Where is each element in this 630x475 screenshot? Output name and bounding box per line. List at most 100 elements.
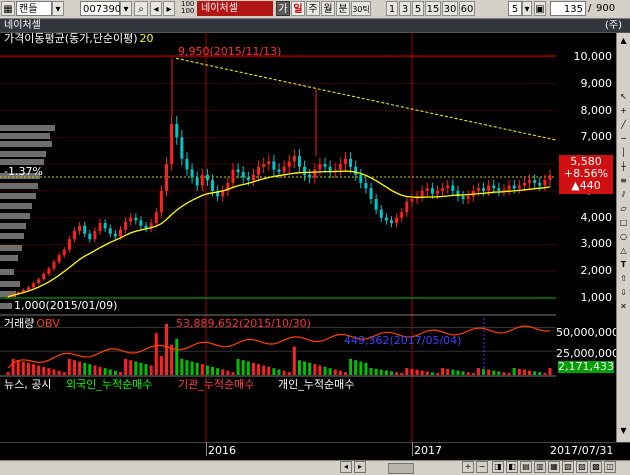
candle-body [538,182,542,186]
tool-up-arrow-icon[interactable]: ⇧ [618,273,629,284]
tool-down-arrow-icon[interactable]: ⇩ [618,287,629,298]
tool-hline-icon[interactable]: ─ [618,133,629,144]
candle-body [165,164,169,191]
prev-stock-icon[interactable]: ◂ [150,1,162,16]
period-button-0[interactable]: 가 [276,1,290,16]
n-value-input[interactable]: 5 [508,1,522,16]
n-dropdown-icon[interactable]: ▾ [522,1,532,16]
interval-button-60[interactable]: 60 [459,1,475,16]
search-icon[interactable]: ⌕ [134,1,148,16]
volume-bar [47,368,51,375]
chart-type-dropdown-icon[interactable]: ▾ [52,1,64,16]
tool-cursor-icon[interactable]: ↖ [618,91,629,102]
code-dropdown-icon[interactable]: ▾ [120,1,132,16]
volume-bar [11,358,15,375]
tool-a-icon[interactable]: ◨ [492,461,504,473]
tool-fib-icon[interactable]: ≡ [618,175,629,186]
tool-e-icon[interactable]: ▦ [548,461,560,473]
tool-h-icon[interactable]: ▩ [590,461,602,473]
stock-name-field[interactable]: 네이처셀 [197,1,273,16]
tool-c-icon[interactable]: ▤ [520,461,532,473]
volume-bar [471,373,475,375]
volume-bar [522,369,526,375]
chart-type-select[interactable]: 캔들 [16,1,52,16]
candle-body [108,228,112,234]
interval-button-1[interactable]: 1 [386,1,398,16]
chart-plot-area[interactable]: 가격이동평균(동가,단순이평) 20 9,950(2015/11/13) 1,00… [0,33,556,442]
period-button-5[interactable]: 30틱 [351,1,371,16]
chart-title-bar: 네이처셀 (주) [0,19,630,33]
candle-body [487,185,491,191]
volume-bar [72,360,76,375]
tool-rect-icon[interactable]: □ [618,217,629,228]
price-tick: 7,000 [580,130,613,144]
volume-bar [533,371,537,375]
interval-label: 15 [426,4,440,15]
tool-parallel-icon[interactable]: ⫽ [618,189,629,200]
slash-separator: / [588,3,592,14]
interval-button-5[interactable]: 5 [412,1,424,16]
volume-bar [425,371,429,375]
tool-cross-line-icon[interactable]: ┼ [618,161,629,172]
period-button-1[interactable]: 일 [291,1,305,16]
candle-body [277,169,281,173]
tool-b-icon[interactable]: ◧ [506,461,518,473]
scroll-right-icon[interactable]: ▸ [354,461,366,473]
volume-bar [205,365,209,375]
volume-bar [476,367,480,375]
tool-g-icon[interactable]: ▨ [576,461,588,473]
interval-button-30[interactable]: 30 [442,1,458,16]
interval-button-3[interactable]: 3 [399,1,411,16]
count-input[interactable]: 135 [550,1,586,16]
volume-bar [67,358,71,375]
unit-bottom: 100 [181,7,195,15]
tool-vline-icon[interactable]: │ [618,147,629,158]
total-count: 900 [596,3,616,14]
tool-f-icon[interactable]: ▧ [562,461,574,473]
candle-body [175,123,179,138]
scroll-down-icon[interactable]: ▼ [618,425,629,436]
interval-label: 3 [401,4,409,15]
interval-button-15[interactable]: 15 [425,1,441,16]
tool-triangle-icon[interactable]: △ [618,245,629,256]
volume-bar [154,333,158,375]
tool-crosshair-icon[interactable]: + [618,105,629,116]
candle-body [528,180,532,183]
chart-grid-icon[interactable]: ▦ [1,1,15,16]
candle-body [134,217,138,221]
volume-bar [436,373,440,375]
zoom-out-icon[interactable]: − [476,461,488,473]
period-button-4[interactable]: 분 [336,1,350,16]
tool-circle-icon[interactable]: ○ [618,231,629,242]
volume-profile-bar [0,245,22,251]
period-button-2[interactable]: 주 [306,1,320,16]
scroll-up-icon[interactable]: ▲ [618,35,629,46]
volume-bar [52,369,56,375]
tool-channel-icon[interactable]: ▱ [618,203,629,214]
volume-bar [195,362,199,375]
volume-bar [400,373,404,375]
volume-bar [543,373,547,375]
settings-icon[interactable]: ▣ [534,1,546,16]
company-badge: (주) [604,20,622,31]
tool-line-icon[interactable]: ╱ [618,119,629,130]
candle-body [425,188,429,191]
period-button-3[interactable]: 월 [321,1,335,16]
candle-body [461,196,465,199]
candle-body [441,188,445,191]
scroll-thumb[interactable] [388,463,414,474]
tool-i-icon[interactable]: ◫ [604,461,616,473]
next-stock-icon[interactable]: ▸ [163,1,175,16]
candle-body [533,180,537,183]
candle-body [180,137,184,159]
zoom-in-icon[interactable]: + [462,461,474,473]
stock-code-input[interactable]: 007390 [80,1,121,16]
scroll-left-icon[interactable]: ◂ [340,461,352,473]
tool-d-icon[interactable]: ▥ [534,461,546,473]
volume-bar [410,368,414,375]
count-value: 135 [563,4,583,15]
tool-delete-icon[interactable]: ✕ [618,301,629,312]
volume-bar [420,370,424,375]
tool-text-icon[interactable]: T [618,259,629,270]
candle-body [251,174,255,181]
